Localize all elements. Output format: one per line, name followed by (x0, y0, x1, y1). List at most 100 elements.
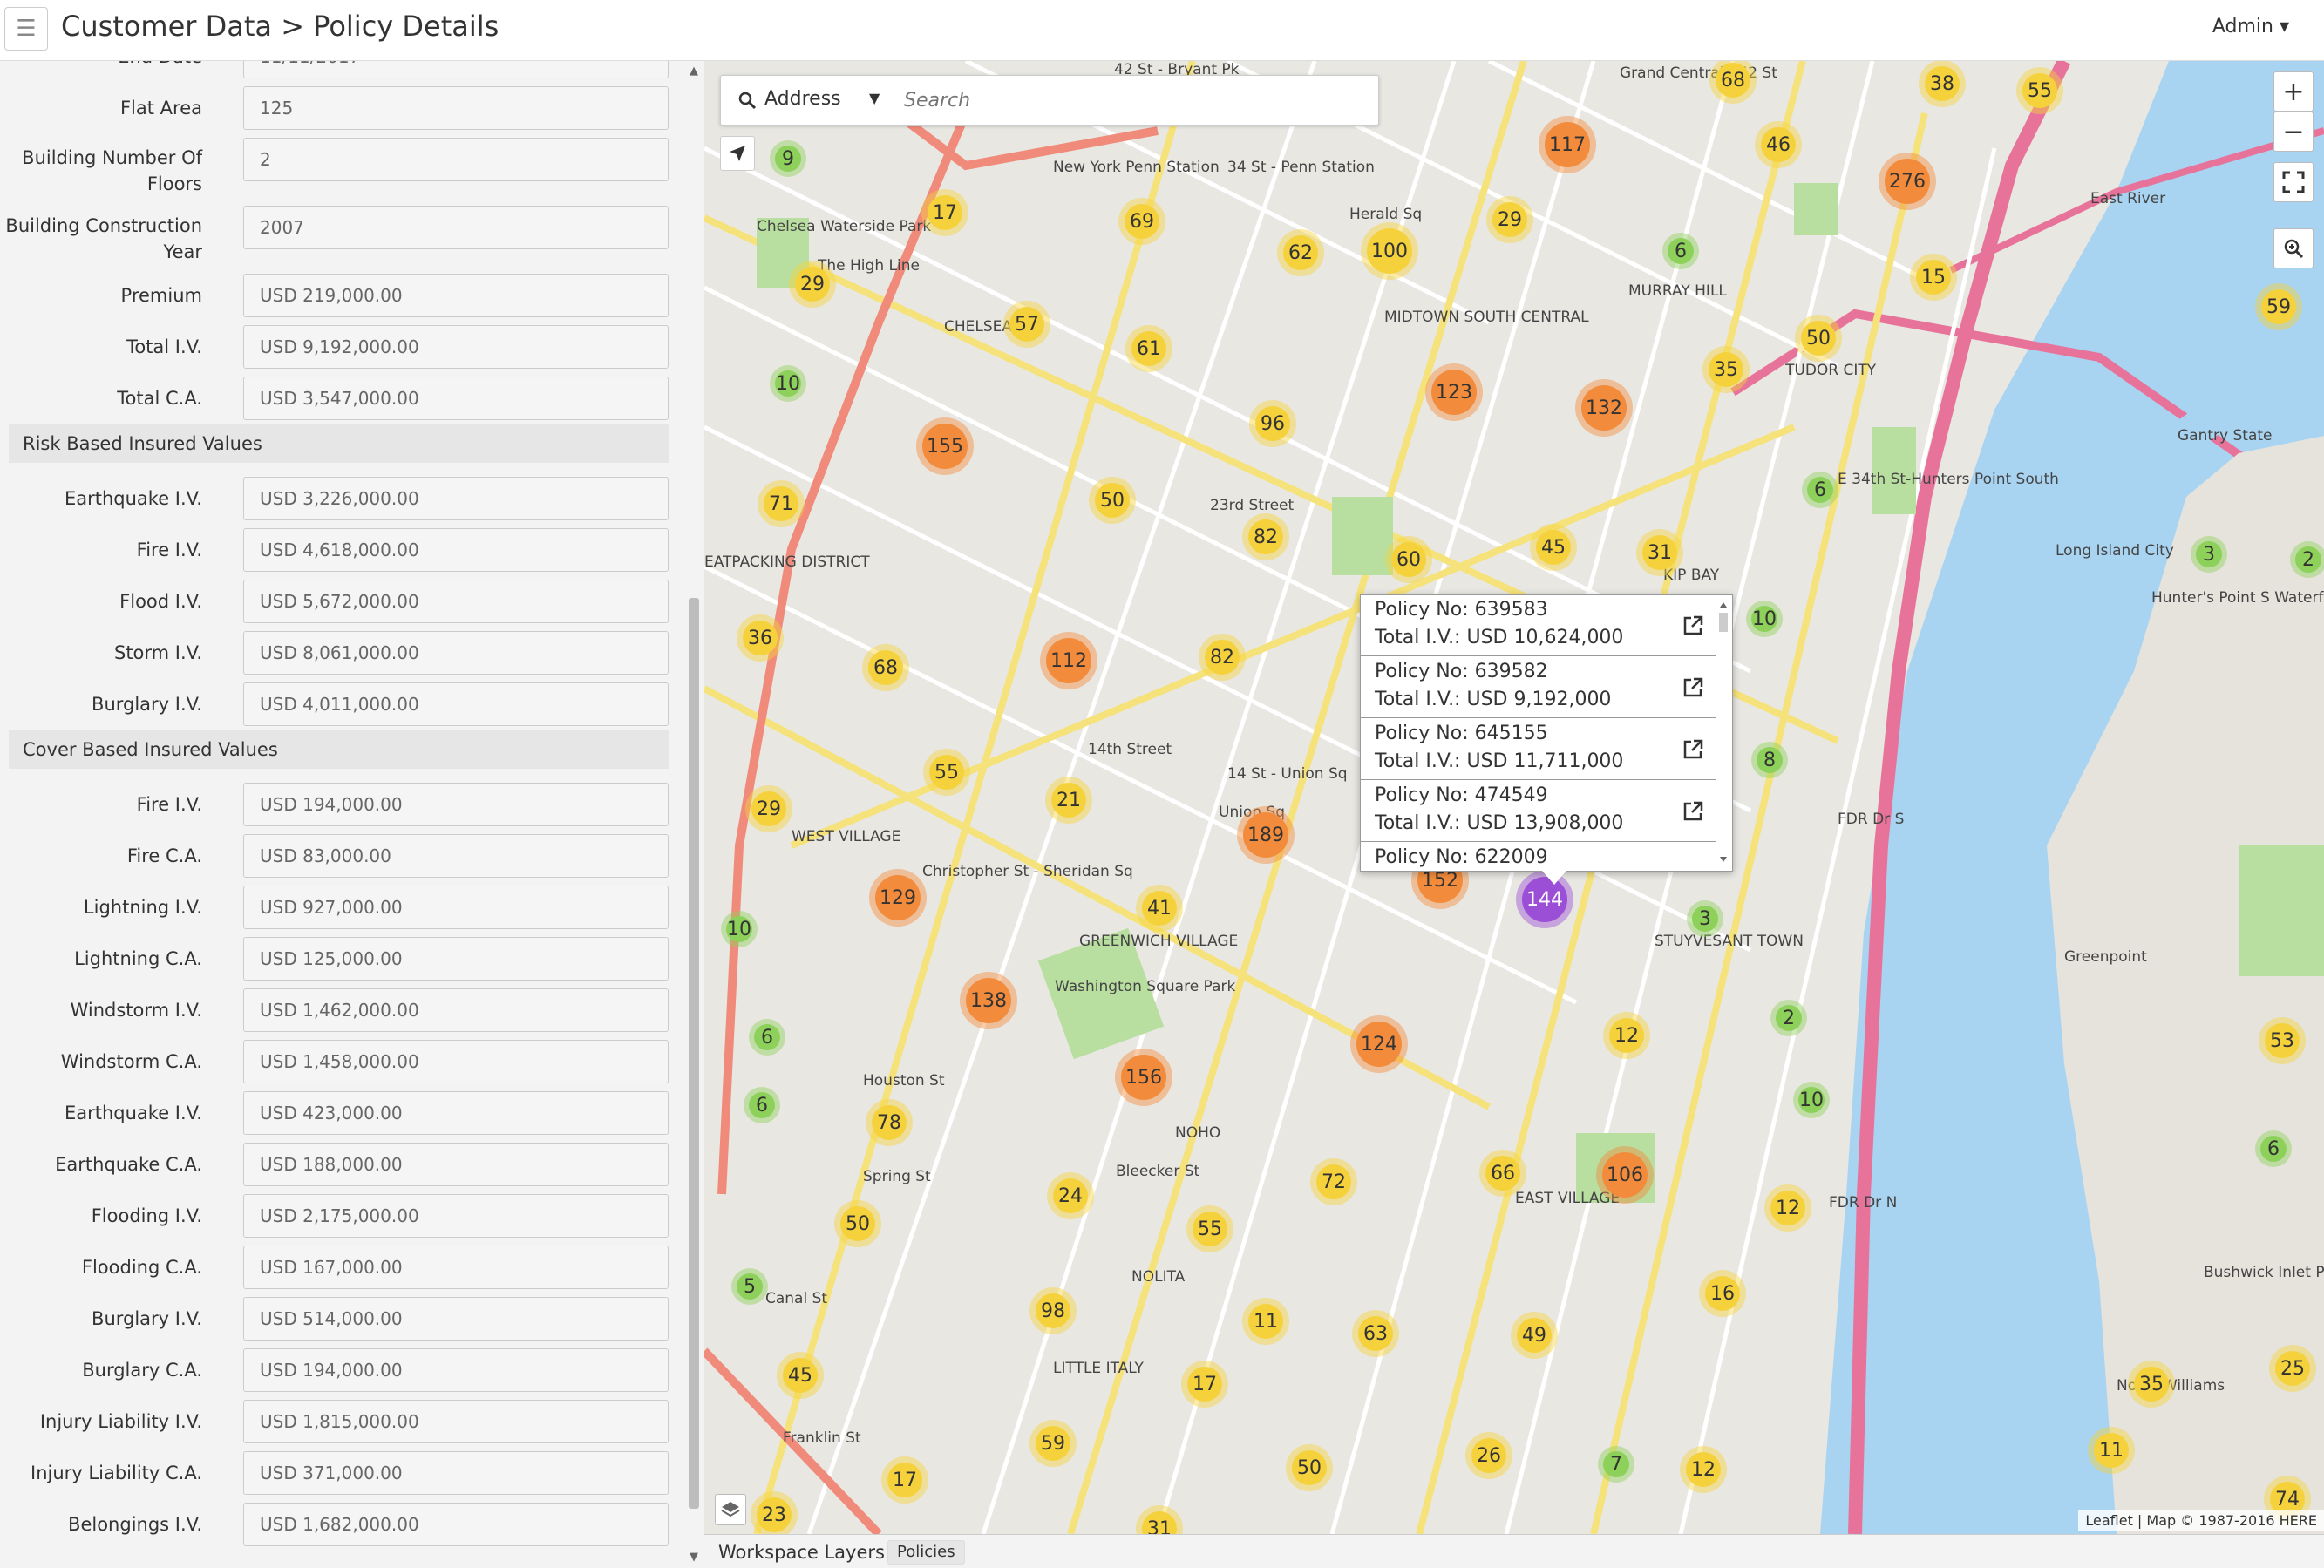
field-value[interactable]: 2007 (243, 206, 669, 249)
cluster-marker[interactable]: 155 (922, 424, 968, 469)
cluster-marker[interactable]: 12 (1686, 1452, 1721, 1487)
scroll-down-icon[interactable]: ▼ (687, 1551, 701, 1565)
cluster-marker[interactable]: 35 (1709, 352, 1743, 387)
cluster-marker[interactable]: 62 (1283, 235, 1318, 270)
cluster-marker[interactable]: 16 (1705, 1276, 1740, 1311)
field-value[interactable]: USD 2,175,000.00 (243, 1194, 669, 1238)
field-value[interactable]: USD 5,672,000.00 (243, 580, 669, 623)
cluster-marker[interactable]: 11 (1248, 1304, 1283, 1339)
cluster-marker[interactable]: 59 (1036, 1426, 1070, 1461)
cluster-marker[interactable]: 10 (726, 916, 752, 942)
cluster-marker[interactable]: 55 (1193, 1212, 1227, 1246)
cluster-marker[interactable]: 50 (1095, 483, 1130, 518)
cluster-marker[interactable]: 124 (1356, 1022, 1402, 1067)
cluster-marker[interactable]: 106 (1602, 1152, 1648, 1198)
field-value[interactable]: USD 167,000.00 (243, 1246, 669, 1289)
cluster-marker[interactable]: 6 (2260, 1136, 2287, 1162)
cluster-marker[interactable]: 82 (1205, 640, 1240, 675)
cluster-marker[interactable]: 138 (966, 978, 1011, 1023)
cluster-marker[interactable]: 6 (749, 1092, 775, 1118)
cluster-marker[interactable]: 71 (764, 486, 798, 521)
cluster-marker[interactable]: 6 (1668, 238, 1694, 264)
field-value[interactable]: USD 4,618,000.00 (243, 528, 669, 572)
cluster-marker[interactable]: 50 (1292, 1450, 1327, 1485)
field-value[interactable]: USD 83,000.00 (243, 834, 669, 878)
cluster-marker[interactable]: 29 (795, 267, 830, 302)
field-value[interactable]: USD 4,011,000.00 (243, 682, 669, 726)
cluster-marker[interactable]: 98 (1036, 1293, 1070, 1328)
cluster-marker[interactable]: 60 (1391, 542, 1426, 577)
cluster-marker[interactable]: 12 (1609, 1018, 1644, 1053)
cluster-marker[interactable]: 50 (840, 1206, 875, 1241)
cluster-marker[interactable]: 17 (1187, 1367, 1222, 1402)
caret-down-icon[interactable]: ▼ (869, 90, 880, 106)
hamburger-menu-button[interactable]: ☰ (4, 7, 48, 51)
external-link-icon[interactable] (1682, 676, 1704, 699)
cluster-marker[interactable]: 10 (1798, 1087, 1825, 1113)
field-value[interactable]: USD 927,000.00 (243, 886, 669, 929)
field-value[interactable]: USD 371,000.00 (243, 1451, 669, 1495)
cluster-marker[interactable]: 156 (1121, 1055, 1166, 1100)
cluster-marker[interactable]: 35 (2134, 1367, 2169, 1402)
cluster-marker[interactable]: 29 (1492, 202, 1527, 237)
popup-policy-item[interactable]: Policy No: 645155 Total I.V.: USD 11,711,… (1361, 719, 1716, 780)
cluster-marker[interactable]: 61 (1131, 331, 1166, 366)
cluster-marker[interactable]: 50 (1801, 321, 1836, 356)
cluster-marker[interactable]: 55 (929, 755, 964, 790)
field-value[interactable]: USD 3,547,000.00 (243, 377, 669, 420)
search-type-select[interactable]: Address (764, 88, 841, 110)
field-value[interactable]: USD 3,226,000.00 (243, 477, 669, 520)
cluster-marker[interactable]: 132 (1581, 385, 1627, 431)
cluster-marker[interactable]: 66 (1485, 1156, 1520, 1191)
zoom-in-button[interactable]: + (2273, 71, 2314, 112)
external-link-icon[interactable] (1682, 614, 1704, 637)
popup-policy-item[interactable]: Policy No: 474549 Total I.V.: USD 13,908,… (1361, 781, 1716, 842)
cluster-marker[interactable]: 6 (1807, 477, 1833, 503)
field-value[interactable]: 2 (243, 138, 669, 181)
cluster-marker[interactable]: 24 (1053, 1178, 1088, 1213)
cluster-marker[interactable]: 72 (1316, 1164, 1351, 1199)
field-value[interactable]: USD 1,458,000.00 (243, 1040, 669, 1083)
field-value[interactable]: USD 9,192,000.00 (243, 325, 669, 369)
popup-policy-item[interactable]: Policy No: 622009 (1361, 843, 1716, 869)
locate-button[interactable] (720, 136, 755, 171)
cluster-marker[interactable]: 45 (783, 1358, 818, 1393)
external-link-icon[interactable] (1682, 738, 1704, 761)
cluster-marker[interactable]: 2 (2295, 546, 2321, 573)
cluster-marker[interactable]: 29 (751, 791, 786, 826)
map-search-input[interactable] (895, 83, 1366, 118)
cluster-marker[interactable]: 82 (1248, 519, 1283, 554)
cluster-marker[interactable]: 68 (868, 650, 903, 685)
cluster-marker[interactable]: 3 (1692, 906, 1718, 932)
cluster-marker[interactable]: 46 (1761, 127, 1796, 162)
cluster-marker[interactable]: 129 (875, 875, 921, 920)
popup-scrollbar[interactable] (1716, 599, 1730, 865)
cluster-marker[interactable]: 17 (887, 1463, 922, 1497)
cluster-marker[interactable]: 78 (872, 1105, 907, 1140)
cluster-marker[interactable]: 15 (1916, 260, 1951, 295)
cluster-marker[interactable]: 6 (754, 1024, 780, 1050)
cluster-marker[interactable]: 96 (1255, 406, 1290, 441)
field-value[interactable]: USD 1,682,000.00 (243, 1503, 669, 1546)
field-value[interactable]: USD 423,000.00 (243, 1091, 669, 1135)
cluster-marker[interactable]: 23 (757, 1497, 792, 1532)
cluster-marker[interactable]: 11 (2094, 1433, 2129, 1468)
cluster-marker[interactable]: 41 (1142, 891, 1177, 926)
cluster-marker[interactable]: 112 (1046, 638, 1091, 683)
cluster-marker[interactable]: 68 (1716, 63, 1750, 98)
scroll-up-icon[interactable]: ▲ (687, 64, 701, 78)
cluster-marker[interactable]: 53 (2265, 1023, 2300, 1058)
cluster-marker[interactable]: 21 (1051, 783, 1086, 818)
cluster-marker[interactable]: 2 (1776, 1005, 1802, 1031)
field-value[interactable]: USD 188,000.00 (243, 1143, 669, 1186)
popup-policy-item[interactable]: Policy No: 639583 Total I.V.: USD 10,624,… (1361, 595, 1716, 656)
field-value[interactable]: USD 194,000.00 (243, 1348, 669, 1392)
field-value[interactable]: USD 1,815,000.00 (243, 1400, 669, 1443)
field-value[interactable]: USD 125,000.00 (243, 937, 669, 981)
cluster-marker[interactable]: 49 (1517, 1318, 1552, 1353)
search-icon[interactable] (737, 90, 758, 111)
cluster-marker[interactable]: 26 (1471, 1438, 1506, 1473)
fullscreen-button[interactable] (2273, 162, 2314, 202)
cluster-marker[interactable]: 57 (1009, 307, 1044, 342)
cluster-marker[interactable]: 189 (1243, 812, 1288, 858)
